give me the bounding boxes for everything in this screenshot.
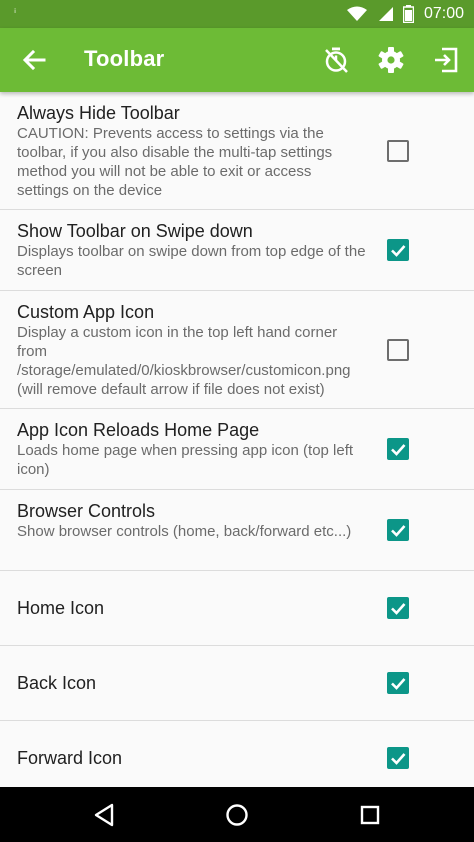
battery-icon bbox=[402, 5, 414, 23]
setting-browser-controls[interactable]: Browser Controls Show browser controls (… bbox=[0, 490, 474, 571]
setting-title: Forward Icon bbox=[17, 748, 123, 768]
status-bar: ⁱ 07:00 bbox=[0, 0, 474, 28]
setting-show-toolbar-swipe[interactable]: Show Toolbar on Swipe down Displays tool… bbox=[0, 210, 474, 291]
app-bar: Toolbar bbox=[0, 28, 474, 92]
checkmark-icon bbox=[391, 444, 406, 456]
nav-back-icon[interactable] bbox=[90, 801, 118, 829]
settings-list: Always Hide Toolbar CAUTION: Prevents ac… bbox=[0, 92, 474, 787]
forward-icon-checkbox[interactable] bbox=[387, 747, 409, 769]
signal-icon bbox=[378, 7, 393, 21]
setting-title: Browser Controls bbox=[17, 501, 156, 521]
setting-title: Home Icon bbox=[17, 598, 105, 618]
setting-description: Displays toolbar on swipe down from top … bbox=[17, 243, 366, 279]
checkmark-icon bbox=[391, 245, 406, 257]
setting-forward-icon[interactable]: Forward Icon bbox=[0, 721, 474, 787]
setting-home-icon[interactable]: Home Icon bbox=[0, 571, 474, 646]
gear-icon[interactable] bbox=[377, 46, 405, 74]
show-toolbar-swipe-checkbox[interactable] bbox=[387, 239, 409, 261]
browser-controls-checkbox[interactable] bbox=[387, 519, 409, 541]
dot-icon: ⁱ bbox=[14, 6, 17, 20]
setting-description: Loads home page when pressing app icon (… bbox=[17, 442, 354, 478]
app-icon-reloads-checkbox[interactable] bbox=[387, 438, 409, 460]
setting-title: Back Icon bbox=[17, 673, 97, 693]
status-time: 07:00 bbox=[423, 5, 464, 22]
back-arrow-icon[interactable] bbox=[18, 44, 50, 76]
home-icon-checkbox[interactable] bbox=[387, 597, 409, 619]
exit-icon[interactable] bbox=[432, 46, 460, 74]
nav-recents-icon[interactable] bbox=[356, 801, 384, 829]
setting-always-hide-toolbar[interactable]: Always Hide Toolbar CAUTION: Prevents ac… bbox=[0, 92, 474, 210]
setting-title: Custom App Icon bbox=[17, 302, 155, 322]
setting-title: App Icon Reloads Home Page bbox=[17, 420, 260, 440]
setting-back-icon[interactable]: Back Icon bbox=[0, 646, 474, 721]
checkmark-icon bbox=[391, 525, 406, 537]
setting-description: Display a custom icon in the top left ha… bbox=[17, 324, 351, 398]
timer-off-icon[interactable] bbox=[322, 46, 350, 74]
setting-description: Show browser controls (home, back/forwar… bbox=[17, 523, 352, 540]
navigation-bar bbox=[0, 787, 474, 842]
setting-description: CAUTION: Prevents access to settings via… bbox=[17, 125, 333, 199]
checkmark-icon bbox=[391, 753, 406, 765]
setting-title: Show Toolbar on Swipe down bbox=[17, 221, 253, 241]
checkmark-icon bbox=[391, 678, 406, 690]
back-icon-checkbox[interactable] bbox=[387, 672, 409, 694]
page-title: Toolbar bbox=[84, 46, 165, 71]
setting-title: Always Hide Toolbar bbox=[17, 103, 180, 123]
nav-home-icon[interactable] bbox=[223, 801, 251, 829]
custom-app-icon-checkbox[interactable] bbox=[387, 339, 409, 361]
checkmark-icon bbox=[391, 603, 406, 615]
wifi-icon bbox=[346, 6, 367, 21]
setting-custom-app-icon[interactable]: Custom App Icon Display a custom icon in… bbox=[0, 291, 474, 409]
always-hide-toolbar-checkbox[interactable] bbox=[387, 140, 409, 162]
setting-app-icon-reloads[interactable]: App Icon Reloads Home Page Loads home pa… bbox=[0, 409, 474, 490]
